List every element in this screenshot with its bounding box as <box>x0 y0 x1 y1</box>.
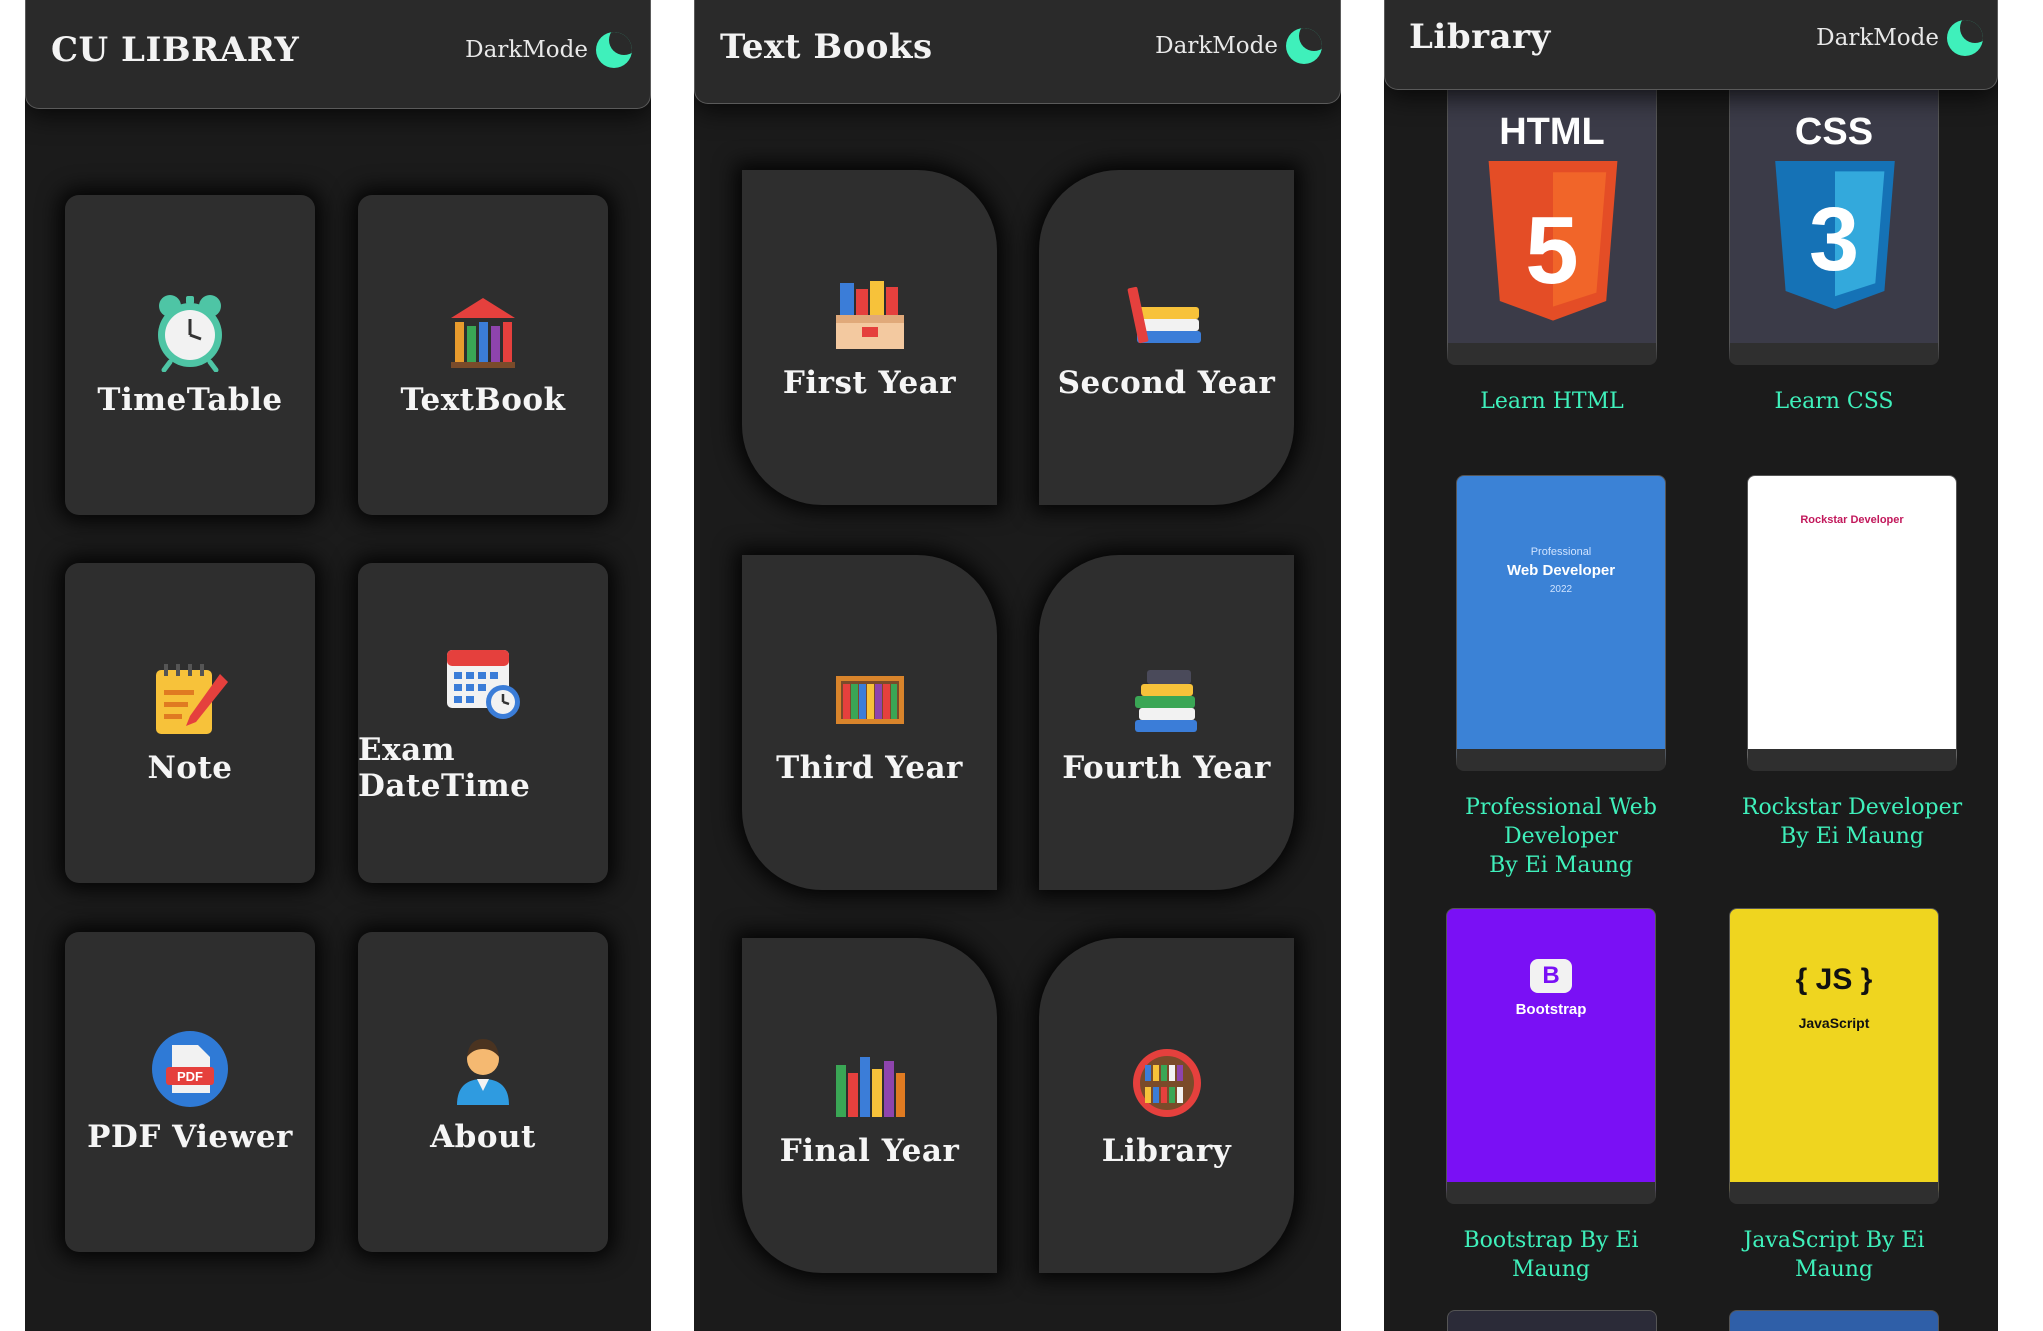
book-title: JavaScript By Ei Maung <box>1743 1228 1925 1282</box>
book-author-line: By Ei Maung <box>1489 853 1633 878</box>
app-header: Library DarkMode <box>1384 0 1998 90</box>
book-cover <box>1447 1310 1657 1331</box>
book-learn-css[interactable]: CSS 3 Learn CSS <box>1729 80 1939 416</box>
tile-label: First Year <box>782 364 957 401</box>
calendar-clock-icon <box>447 650 520 719</box>
book-cover: { JS } JavaScript <box>1729 908 1939 1204</box>
person-icon <box>457 1039 509 1105</box>
cu-library-screen: CU LIBRARY DarkMode TimeTable TextBook N… <box>25 0 651 1331</box>
alarm-clock-icon <box>158 295 222 372</box>
page-title: Library <box>1409 17 1551 57</box>
tile-label: Note <box>147 750 233 786</box>
notepad-pencil-icon <box>156 664 228 734</box>
app-header: Text Books DarkMode <box>694 0 1341 104</box>
moon-icon <box>1947 20 1983 56</box>
book-partial[interactable] <box>1447 1310 1657 1331</box>
book-title: Professional Web Developer By Ei Maung <box>1426 793 1696 880</box>
cover-title: CSS <box>1794 111 1874 153</box>
cover-logo: B <box>1530 959 1572 993</box>
third-year-tile[interactable]: Third Year <box>742 555 997 890</box>
book-box-icon <box>835 280 904 349</box>
tile-label: About <box>430 1119 536 1155</box>
tile-label: Exam DateTime <box>358 732 531 804</box>
cover-year: 2022 <box>1549 584 1573 595</box>
book-cover: Rockstar Developer <box>1747 475 1957 771</box>
cover-title: Rockstar Developer <box>1800 514 1904 526</box>
text-books-screen: Text Books DarkMode First Year Second Ye… <box>694 0 1341 1331</box>
cover-title: JavaScript <box>1798 1015 1870 1031</box>
first-year-tile[interactable]: First Year <box>742 170 997 505</box>
book-author-line: By Ei Maung <box>1780 824 1924 849</box>
bootstrap-logo-icon: B <box>1447 959 1655 993</box>
tile-label: Fourth Year <box>1062 749 1271 786</box>
book-rockstar-developer[interactable]: Rockstar Developer Rockstar Developer By… <box>1742 475 1962 851</box>
page-title: CU LIBRARY <box>51 30 300 70</box>
dark-mode-label: DarkMode <box>465 37 588 63</box>
book-title-line: Rockstar Developer <box>1741 795 1963 820</box>
book-title-line: Professional Web Developer <box>1465 795 1657 849</box>
dark-mode-toggle[interactable]: DarkMode <box>1816 20 1983 56</box>
book-title: Learn HTML <box>1480 389 1624 414</box>
cover-badge: 3 <box>1808 190 1860 290</box>
library-tile[interactable]: Library <box>1039 938 1294 1273</box>
book-title: Rockstar Developer By Ei Maung <box>1717 793 1987 851</box>
book-partial[interactable] <box>1729 1310 1939 1331</box>
timetable-tile[interactable]: TimeTable <box>65 195 315 515</box>
book-title: Bootstrap By Ei Maung <box>1463 1228 1639 1282</box>
book-cover: Professional Web Developer 2022 <box>1456 475 1666 771</box>
tile-label: Third Year <box>776 749 963 786</box>
dark-mode-label: DarkMode <box>1816 25 1939 51</box>
book-javascript[interactable]: { JS } JavaScript JavaScript By Ei Maung <box>1729 908 1939 1284</box>
exam-datetime-tile[interactable]: Exam DateTime <box>358 563 608 883</box>
library-screen: HTML 5 Learn HTML CSS 3 Learn CSS Profes… <box>1384 0 1998 1331</box>
textbook-tile[interactable]: TextBook <box>358 195 608 515</box>
app-header: CU LIBRARY DarkMode <box>25 0 651 109</box>
dark-mode-label: DarkMode <box>1155 33 1278 59</box>
books-pile-icon <box>1134 669 1197 732</box>
tile-label: PDF Viewer <box>87 1119 293 1155</box>
book-cover: B Bootstrap <box>1446 908 1656 1204</box>
book-professional-web-developer[interactable]: Professional Web Developer 2022 Professi… <box>1456 475 1666 880</box>
dark-mode-toggle[interactable]: DarkMode <box>1155 28 1322 64</box>
book-stack-icon <box>1127 286 1201 343</box>
book-bootstrap[interactable]: B Bootstrap Bootstrap By Ei Maung <box>1446 908 1656 1284</box>
book-cover <box>1729 1310 1939 1331</box>
moon-icon <box>596 32 632 68</box>
pdf-file-icon: PDF <box>152 1031 228 1107</box>
cover-kicker: Professional <box>1530 546 1592 558</box>
tile-label: Library <box>1101 1132 1232 1169</box>
about-tile[interactable]: About <box>358 932 608 1252</box>
final-year-tile[interactable]: Final Year <box>742 938 997 1273</box>
moon-icon <box>1286 28 1322 64</box>
tile-label: TextBook <box>400 382 566 418</box>
bookshelf-icon <box>835 675 904 724</box>
tile-label: Final Year <box>779 1132 960 1169</box>
book-cover: HTML 5 <box>1447 80 1657 365</box>
cover-badge: 5 <box>1525 197 1579 304</box>
page-title: Text Books <box>720 27 933 67</box>
fourth-year-tile[interactable]: Fourth Year <box>1039 555 1294 890</box>
svg-text:PDF: PDF <box>177 1069 203 1084</box>
book-title: Learn CSS <box>1774 389 1894 414</box>
tile-label: Second Year <box>1057 364 1276 401</box>
cover-logo: { JS } <box>1795 963 1873 996</box>
round-bookshelf-icon <box>1132 1048 1201 1117</box>
pdf-viewer-tile[interactable]: PDF PDF Viewer <box>65 932 315 1252</box>
cover-title: Web Developer <box>1506 562 1616 579</box>
cover-title: HTML <box>1499 111 1605 153</box>
cover-title: Bootstrap <box>1515 1001 1587 1018</box>
library-books-icon <box>451 298 515 368</box>
second-year-tile[interactable]: Second Year <box>1039 170 1294 505</box>
books-row-icon <box>835 1056 905 1117</box>
dark-mode-toggle[interactable]: DarkMode <box>465 32 632 68</box>
book-cover: CSS 3 <box>1729 80 1939 365</box>
book-learn-html[interactable]: HTML 5 Learn HTML <box>1447 80 1657 416</box>
tile-label: TimeTable <box>97 382 283 418</box>
note-tile[interactable]: Note <box>65 563 315 883</box>
